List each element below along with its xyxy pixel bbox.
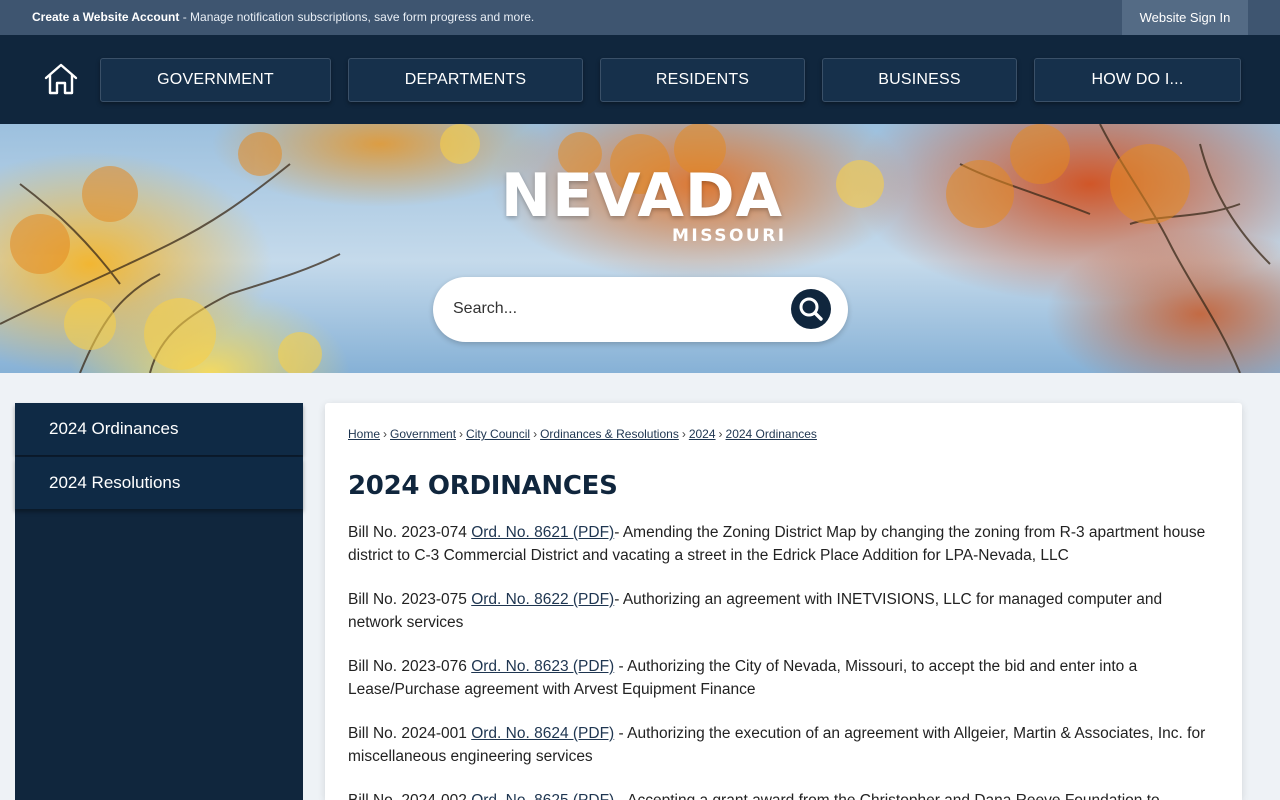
ordinance-pdf-link[interactable]: Ord. No. 8622 (PDF) <box>471 591 614 608</box>
sidebar: 2024 Ordinances 2024 Resolutions <box>15 403 303 800</box>
sidebar-item-2024-ordinances[interactable]: 2024 Ordinances <box>15 403 303 455</box>
bill-number: Bill No. 2023-076 <box>348 658 472 675</box>
breadcrumb-ordinances-resolutions[interactable]: Ordinances & Resolutions <box>540 427 679 441</box>
nav-government[interactable]: GOVERNMENT <box>100 58 331 102</box>
bill-number: Bill No. 2024-001 <box>348 725 472 742</box>
nav-departments[interactable]: DEPARTMENTS <box>348 58 583 102</box>
main-navigation: GOVERNMENT DEPARTMENTS RESIDENTS BUSINES… <box>0 35 1280 124</box>
create-account-link[interactable]: Create a Website Account <box>32 10 179 24</box>
ordinance-pdf-link[interactable]: Ord. No. 8624 (PDF) <box>471 725 614 742</box>
sign-in-button[interactable]: Website Sign In <box>1122 0 1248 35</box>
city-name: NEVADA <box>500 161 784 231</box>
nav-business[interactable]: BUSINESS <box>822 58 1017 102</box>
account-bar: Create a Website Account - Manage notifi… <box>0 0 1280 35</box>
list-item: Bill No. 2024-001 Ord. No. 8624 (PDF) - … <box>348 722 1208 768</box>
ordinance-pdf-link[interactable]: Ord. No. 8621 (PDF) <box>471 524 614 541</box>
bill-number: Bill No. 2023-075 <box>348 591 472 608</box>
ordinance-pdf-link[interactable]: Ord. No. 8625 (PDF) <box>471 792 614 800</box>
main-content: Home › Government › City Council › Ordinances … <box>325 403 1242 800</box>
list-item: Bill No. 2023-076 Ord. No. 8623 (PDF) - … <box>348 655 1208 701</box>
home-icon[interactable] <box>42 61 80 97</box>
ordinance-pdf-link[interactable]: Ord. No. 8623 (PDF) <box>471 658 614 675</box>
list-item: Bill No. 2024-002 Ord. No. 8625 (PDF) - … <box>348 789 1208 800</box>
nav-how-do-i[interactable]: HOW DO I... <box>1034 58 1241 102</box>
nav-residents[interactable]: RESIDENTS <box>600 58 805 102</box>
ordinance-list: Bill No. 2023-074 Ord. No. 8621 (PDF) - A… <box>348 521 1208 800</box>
search-input[interactable] <box>453 295 783 323</box>
search-icon <box>799 297 823 321</box>
account-message-text: - Manage notification subscriptions, sav… <box>179 10 535 24</box>
state-name: MISSOURI <box>672 226 787 246</box>
bill-number: Bill No. 2024-002 <box>348 792 471 800</box>
bill-number: Bill No. 2023-074 <box>348 524 472 541</box>
ordinance-description: - Accepting a grant award from the Chris… <box>614 792 1160 800</box>
list-item: Bill No. 2023-075 Ord. No. 8622 (PDF)- A… <box>348 588 1208 634</box>
breadcrumb-government[interactable]: Government <box>390 427 456 441</box>
account-message: Create a Website Account - Manage notifi… <box>32 0 534 35</box>
page-title: 2024 ORDINANCES <box>348 471 618 501</box>
breadcrumb-2024-ordinances[interactable]: 2024 Ordinances <box>726 427 817 441</box>
sidebar-item-2024-resolutions[interactable]: 2024 Resolutions <box>15 457 303 509</box>
breadcrumb: Home › Government › City Council › Ordinances … <box>348 427 817 441</box>
breadcrumb-home[interactable]: Home <box>348 427 380 441</box>
city-logo[interactable]: NEVADA MISSOURI <box>492 161 792 246</box>
breadcrumb-city-council[interactable]: City Council <box>466 427 530 441</box>
list-item: Bill No. 2023-074 Ord. No. 8621 (PDF)- A… <box>348 521 1208 567</box>
search-button[interactable] <box>791 289 831 329</box>
breadcrumb-2024[interactable]: 2024 <box>689 427 716 441</box>
search-bar <box>433 277 848 342</box>
